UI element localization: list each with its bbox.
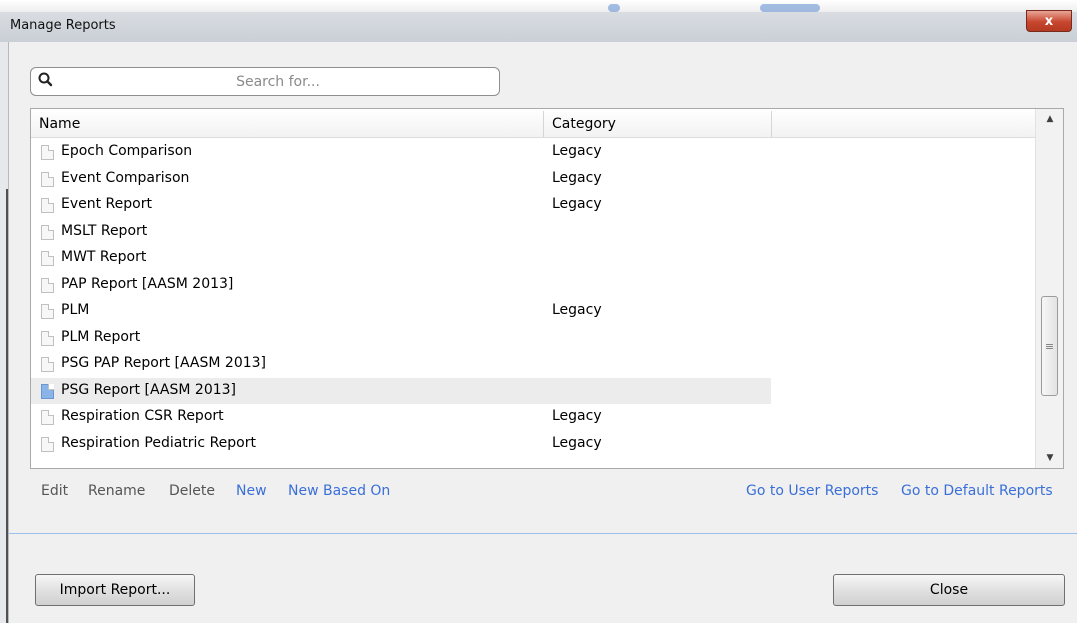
- report-document-icon: [41, 410, 54, 425]
- table-row[interactable]: MSLT Report: [31, 219, 771, 245]
- report-category: Legacy: [552, 434, 602, 451]
- scrollbar-thumb[interactable]: ≡: [1041, 296, 1058, 396]
- report-name: PSG PAP Report [AASM 2013]: [61, 355, 267, 371]
- rename-link[interactable]: Rename: [88, 483, 145, 499]
- table-row[interactable]: PLM Legacy: [31, 298, 771, 324]
- edit-link[interactable]: Edit: [41, 483, 68, 499]
- report-category: Legacy: [552, 408, 602, 424]
- report-document-icon: [41, 145, 54, 160]
- table-row[interactable]: Respiration Pediatric Report Legacy: [31, 431, 771, 457]
- report-name: PSG Report [AASM 2013]: [61, 381, 236, 398]
- table-row[interactable]: Respiration CSR Report Legacy: [31, 404, 771, 430]
- report-document-icon: [41, 198, 54, 213]
- go-to-user-reports-link[interactable]: Go to User Reports: [746, 483, 878, 499]
- report-name: PLM Report: [61, 328, 141, 345]
- go-to-default-reports-link[interactable]: Go to Default Reports: [901, 483, 1053, 499]
- report-name: Event Report: [61, 196, 152, 212]
- report-document-icon: [41, 224, 54, 240]
- report-document-icon: [41, 251, 54, 266]
- vertical-scrollbar[interactable]: ▲ ≡ ▼: [1035, 109, 1063, 468]
- close-button[interactable]: Close: [833, 574, 1065, 606]
- report-document-icon: [41, 383, 54, 399]
- report-document-icon: [41, 330, 54, 346]
- report-name: PAP Report [AASM 2013]: [61, 275, 234, 292]
- new-based-on-link[interactable]: New Based On: [288, 483, 390, 499]
- top-strip: [0, 0, 1077, 12]
- scroll-up-icon[interactable]: ▲: [1036, 109, 1063, 129]
- table-row[interactable]: PSG Report [AASM 2013]: [31, 377, 771, 404]
- report-name: Respiration Pediatric Report: [61, 434, 256, 451]
- report-name: PLM: [61, 302, 90, 318]
- report-name: Epoch Comparison: [61, 143, 193, 159]
- reports-list[interactable]: Name Category Epoch Comparison Legacy Even…: [30, 108, 1064, 469]
- window-title: Manage Reports: [10, 18, 116, 33]
- search-input[interactable]: [61, 70, 495, 94]
- frame-edge: [6, 189, 8, 623]
- table-row[interactable]: PSG PAP Report [AASM 2013]: [31, 351, 771, 377]
- column-header-name[interactable]: Name: [39, 109, 80, 137]
- table-row[interactable]: MWT Report: [31, 245, 771, 271]
- report-document-icon: [41, 304, 54, 319]
- scroll-down-icon[interactable]: ▼: [1036, 448, 1063, 468]
- table-row[interactable]: PLM Report: [31, 325, 771, 351]
- report-name: MSLT Report: [61, 222, 148, 239]
- search-box[interactable]: [30, 67, 500, 96]
- title-bar: [0, 12, 1077, 42]
- column-separator: [543, 111, 544, 137]
- list-header: Name Category: [31, 109, 1035, 138]
- report-name: Event Comparison: [61, 169, 190, 186]
- report-name: Respiration CSR Report: [61, 408, 224, 424]
- table-row[interactable]: PAP Report [AASM 2013]: [31, 272, 771, 298]
- report-name: MWT Report: [61, 249, 147, 265]
- table-row[interactable]: Event Comparison Legacy: [31, 166, 771, 192]
- report-category: Legacy: [552, 196, 602, 212]
- search-icon: [38, 72, 53, 87]
- table-row[interactable]: Epoch Comparison Legacy: [31, 139, 771, 165]
- new-link[interactable]: New: [236, 483, 267, 499]
- window-close-button[interactable]: x: [1026, 10, 1072, 32]
- report-document-icon: [41, 436, 54, 452]
- report-category: Legacy: [552, 169, 602, 186]
- report-document-icon: [41, 357, 54, 372]
- import-report-button[interactable]: Import Report...: [35, 574, 195, 606]
- background-blur-2: [760, 4, 820, 12]
- column-separator: [771, 111, 772, 137]
- delete-link[interactable]: Delete: [169, 483, 215, 499]
- report-category: Legacy: [552, 143, 602, 159]
- window-left-frame: [0, 42, 9, 623]
- divider: [8, 533, 1077, 534]
- column-header-category[interactable]: Category: [552, 109, 616, 137]
- report-document-icon: [41, 277, 54, 293]
- table-row[interactable]: Event Report Legacy: [31, 192, 771, 218]
- report-category: Legacy: [552, 302, 602, 318]
- background-blur-1: [608, 4, 620, 12]
- report-document-icon: [41, 171, 54, 187]
